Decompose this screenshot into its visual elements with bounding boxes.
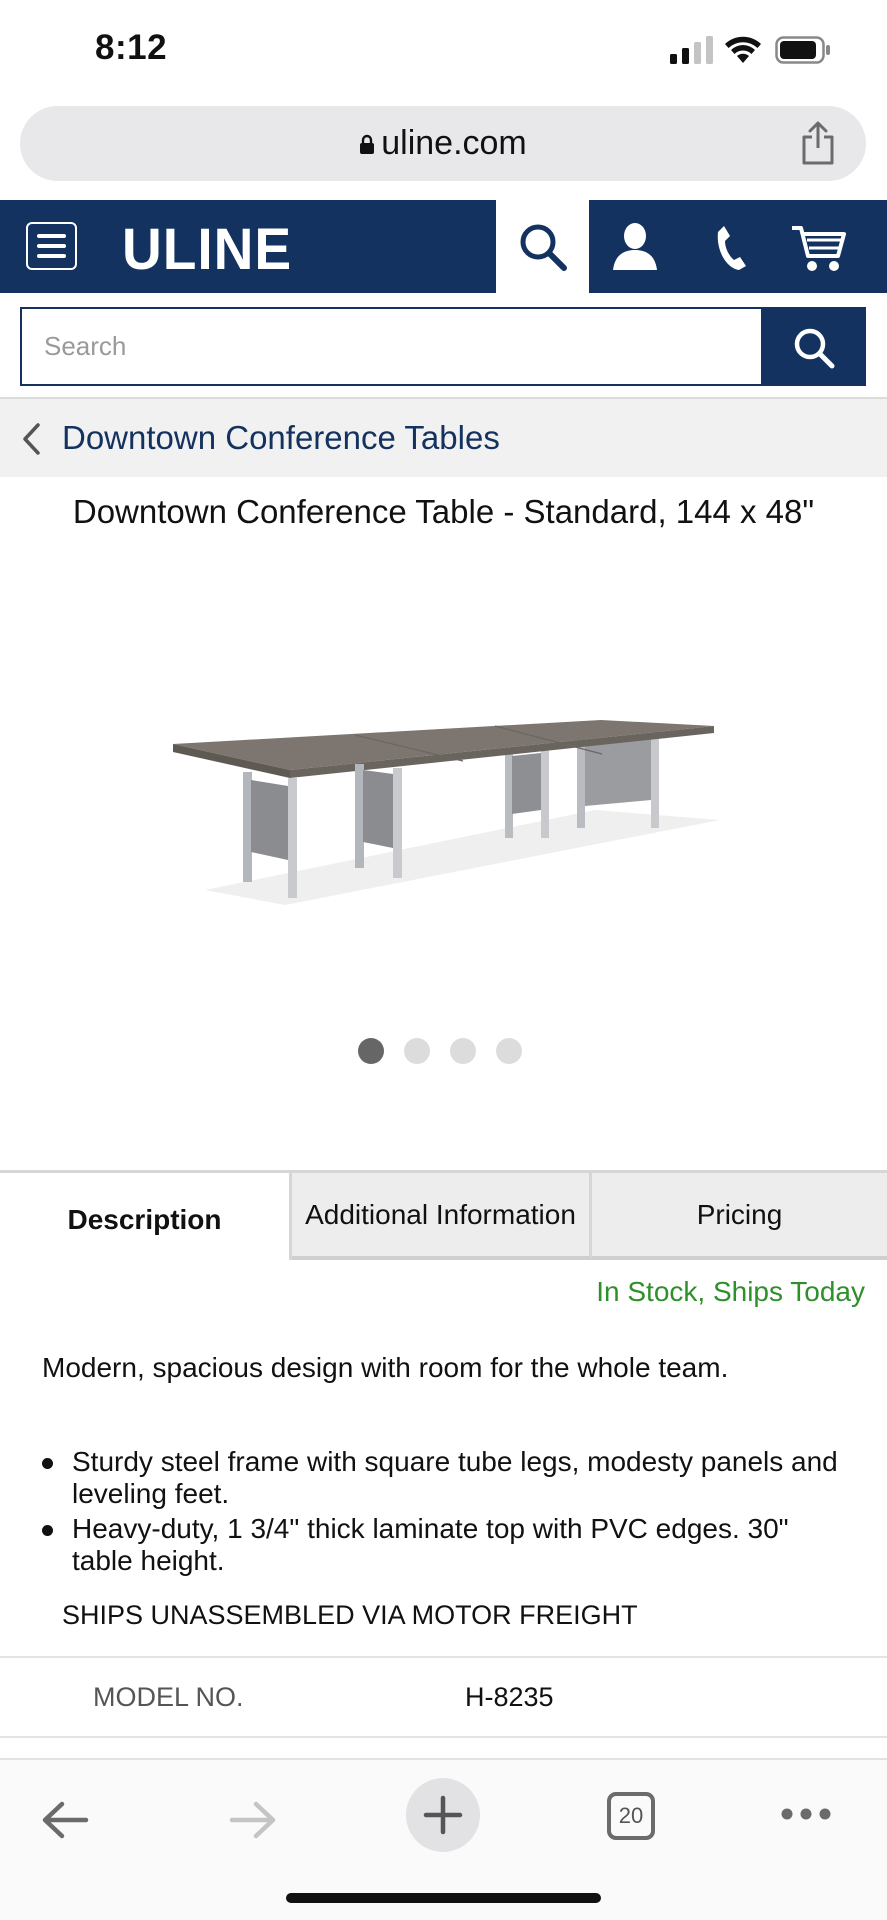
home-indicator <box>286 1893 601 1903</box>
spec-value: H-8235 <box>465 1682 554 1712</box>
more-icon[interactable] <box>780 1807 832 1821</box>
url-text: uline.com <box>381 124 527 162</box>
feature-list: Sturdy steel frame with square tube legs… <box>42 1446 842 1580</box>
search-button[interactable] <box>761 307 866 386</box>
site-header: ULINE <box>0 200 887 293</box>
tab-pricing[interactable]: Pricing <box>592 1170 887 1260</box>
carousel-dots <box>358 1038 522 1064</box>
tabs-count-button[interactable]: 20 <box>607 1792 655 1840</box>
breadcrumb-link[interactable]: Downtown Conference Tables <box>62 419 500 457</box>
tab-additional-information[interactable]: Additional Information <box>292 1170 592 1260</box>
search-bar <box>20 307 866 386</box>
carousel-dot[interactable] <box>404 1038 430 1064</box>
wifi-icon <box>725 36 761 63</box>
phone-icon[interactable] <box>710 222 750 272</box>
tab-description[interactable]: Description <box>0 1170 292 1260</box>
feature-item: Sturdy steel frame with square tube legs… <box>42 1446 842 1510</box>
menu-button[interactable] <box>26 222 77 270</box>
menu-icon <box>37 234 66 238</box>
breadcrumb[interactable]: Downtown Conference Tables <box>0 397 887 477</box>
status-bar: 8:12 <box>0 0 887 100</box>
search-icon <box>520 224 567 271</box>
cart-icon[interactable] <box>790 222 848 274</box>
back-arrow-icon[interactable] <box>40 1800 90 1840</box>
spec-label: MODEL NO. <box>93 1682 244 1712</box>
new-tab-button[interactable] <box>406 1778 480 1852</box>
shipping-note: SHIPS UNASSEMBLED VIA MOTOR FREIGHT <box>62 1600 638 1630</box>
forward-arrow-icon[interactable] <box>228 1800 278 1840</box>
site-logo[interactable]: ULINE <box>122 216 292 283</box>
address-bar[interactable]: uline.com <box>20 106 866 181</box>
user-icon[interactable] <box>609 222 661 272</box>
feature-item: Heavy-duty, 1 3/4" thick laminate top wi… <box>42 1513 842 1577</box>
product-title: Downtown Conference Table - Standard, 14… <box>72 493 815 530</box>
stock-status: In Stock, Ships Today <box>596 1276 865 1307</box>
carousel-dot[interactable] <box>496 1038 522 1064</box>
product-image[interactable] <box>165 660 725 1000</box>
chevron-left-icon <box>23 423 40 455</box>
search-icon <box>794 328 835 369</box>
share-icon[interactable] <box>800 120 836 166</box>
spec-row-model: MODEL NO. H-8235 <box>0 1656 887 1738</box>
battery-icon <box>775 36 830 64</box>
cellular-signal-icon <box>670 36 713 64</box>
plus-icon <box>423 1795 463 1835</box>
tab-bar: Description Additional Information Prici… <box>0 1170 887 1260</box>
status-time: 8:12 <box>95 28 168 67</box>
description-lead: Modern, spacious design with room for th… <box>42 1352 729 1383</box>
search-input[interactable] <box>20 307 762 386</box>
carousel-dot[interactable] <box>358 1038 384 1064</box>
header-search-button[interactable] <box>496 200 589 293</box>
carousel-dot[interactable] <box>450 1038 476 1064</box>
lock-icon <box>360 134 375 154</box>
